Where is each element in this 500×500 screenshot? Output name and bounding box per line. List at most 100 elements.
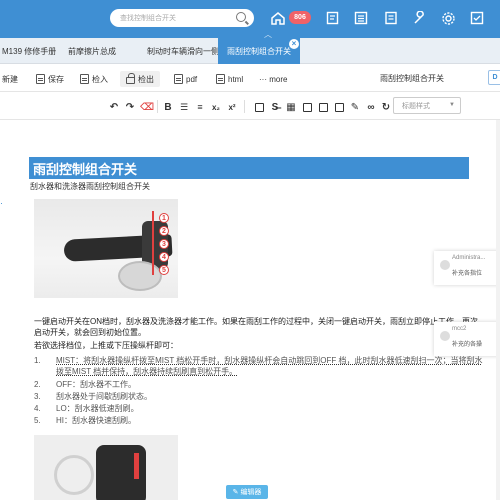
save-label: 保存: [48, 74, 64, 84]
list-text: MIST：将刮水器操纵杆拨至MIST 档松开手时，刮水器操纵杆会自动跳回到OFF…: [56, 356, 483, 365]
attachment-icon[interactable]: [333, 101, 345, 113]
edit-icon: ✎: [232, 489, 239, 496]
save-button[interactable]: 保存: [36, 71, 64, 87]
close-tab-icon[interactable]: ×: [289, 39, 299, 49]
paste-icon[interactable]: [253, 101, 265, 113]
list-text: OFF：刮水器不工作。: [56, 380, 136, 389]
list-text: 刮水器处于间歇刮刷状态。: [56, 392, 152, 401]
more-button[interactable]: ··· more: [259, 71, 287, 87]
superscript-icon[interactable]: x²: [226, 101, 238, 113]
pdf-icon: [174, 74, 183, 84]
eraser-icon[interactable]: ⌫: [140, 101, 154, 113]
paragraph-line: 启动开关，就会回到初始位置。: [34, 328, 146, 337]
scrollbar[interactable]: [496, 120, 500, 500]
home-icon[interactable]: [270, 10, 286, 26]
left-marker-icon: ·: [0, 198, 3, 208]
list-item: 2. OFF：刮水器不工作。: [34, 379, 136, 390]
divider: [157, 100, 158, 113]
chevron-down-icon: ▼: [449, 102, 455, 108]
comment-author: Administra...: [452, 255, 486, 261]
tab-manual[interactable]: M139 修修手册: [0, 38, 60, 64]
bold-icon[interactable]: B: [162, 101, 174, 113]
comment-author: mcc2: [452, 326, 467, 332]
ordered-list-icon[interactable]: ☰: [178, 101, 190, 113]
subscript-icon[interactable]: x₂: [210, 101, 222, 113]
right-panel-button[interactable]: D: [488, 70, 500, 85]
pin-icon[interactable]: ✎: [349, 101, 361, 113]
table-icon[interactable]: ▦: [285, 101, 297, 113]
checkin-label: 检入: [92, 74, 108, 84]
avatar: [440, 260, 450, 270]
strikethrough-icon[interactable]: S̶: [269, 101, 281, 113]
tab-wiper-switch[interactable]: 雨刮控制组合开关 ×: [218, 38, 300, 64]
position-marker-5: 5: [159, 265, 169, 275]
paragraph-line: 一键启动开关在ON档时，刮水器及洗涤器才能工作。如果在雨刮工作的过程中，关闭一键…: [34, 317, 478, 326]
divider: [244, 100, 245, 113]
editor-button[interactable]: ✎ 编辑器: [226, 485, 268, 499]
tab-bar: M139 修修手册 前摩擦片总成 制动时车辆滑向一侧 雨刮控制组合开关 ×: [0, 38, 500, 64]
list-index: 1.: [34, 356, 41, 365]
checklist-icon[interactable]: [469, 10, 485, 26]
undo-icon[interactable]: ↶: [108, 101, 120, 113]
position-marker-2: 2: [159, 226, 169, 236]
html-icon: [216, 74, 225, 84]
section-heading: 雨刮控制组合开关: [29, 157, 469, 179]
search-input[interactable]: 查找控制组合开关: [110, 9, 254, 27]
heading-style-select[interactable]: 标题样式 ▼: [393, 97, 461, 114]
list-text: 拨至MIST 档并保持，刮水器持续刮刷直到松开手。: [56, 367, 238, 376]
dial-shape: [54, 455, 94, 495]
save-icon: [36, 74, 45, 84]
checkin-icon: [80, 74, 89, 84]
avatar: [440, 331, 450, 341]
sync-icon[interactable]: ↻: [380, 101, 392, 113]
list-item: 3. 刮水器处于间歇刮刷状态。: [34, 391, 152, 402]
list-index: 3.: [34, 392, 41, 401]
search-placeholder: 查找控制组合开关: [120, 15, 176, 22]
comment-card[interactable]: Administra... 补充各指位: [434, 251, 500, 285]
notification-badge[interactable]: 806: [289, 11, 311, 24]
section-subtitle: 刮水器和洗涤器雨刮控制组合开关: [30, 182, 150, 191]
paragraph: 若欲选择档位，上推或下压操纵杆即可：: [34, 341, 178, 350]
list-text: HI：刮水器快速刮刷。: [56, 416, 136, 425]
lock-icon: [126, 73, 135, 84]
wiper-dial-figure: [34, 435, 178, 500]
editor-button-label: 编辑器: [240, 489, 262, 496]
list-index: 2.: [34, 380, 41, 389]
tab-label: 雨刮控制组合开关: [227, 46, 291, 56]
list-index: 4.: [34, 404, 41, 413]
style-select-value: 标题样式: [402, 102, 430, 110]
top-header: 查找控制组合开关 806 ︿: [0, 0, 500, 39]
document-icon[interactable]: [383, 10, 399, 26]
list-icon[interactable]: [353, 10, 369, 26]
checkout-button[interactable]: 检出: [120, 71, 160, 87]
position-arrow: [152, 211, 154, 275]
list-item-continued: 拨至MIST 档并保持，刮水器持续刮刷直到松开手。: [56, 366, 237, 377]
document-title: 雨刮控制组合开关: [380, 74, 444, 83]
new-button[interactable]: 新建: [2, 71, 18, 87]
pdf-label: pdf: [186, 74, 198, 84]
tab-brake-pad[interactable]: 前摩擦片总成: [68, 38, 138, 64]
position-arrow: [134, 453, 139, 479]
edit-doc-icon[interactable]: [325, 10, 341, 26]
search-icon[interactable]: [236, 12, 246, 22]
image-icon[interactable]: [301, 101, 313, 113]
wrench-icon[interactable]: [412, 10, 428, 26]
comment-card[interactable]: mcc2 补充的各操: [434, 322, 500, 356]
html-button[interactable]: html: [216, 71, 243, 87]
pdf-button[interactable]: pdf: [174, 71, 197, 87]
tab-brake-pull[interactable]: 制动时车辆滑向一侧: [147, 38, 219, 64]
position-marker-3: 3: [159, 239, 169, 249]
list-item: 4. LO：刮水器低速刮刷。: [34, 403, 139, 414]
list-text: LO：刮水器低速刮刷。: [56, 404, 139, 413]
tab-label: 前摩擦片总成: [68, 46, 116, 56]
redo-icon[interactable]: ↷: [124, 101, 136, 113]
html-label: html: [228, 74, 244, 84]
checkin-button[interactable]: 检入: [80, 71, 108, 87]
settings-icon[interactable]: [440, 10, 456, 26]
media-icon[interactable]: [317, 101, 329, 113]
wiper-stalk-figure: 1 2 3 4 5: [34, 199, 178, 298]
link-icon[interactable]: ∞: [365, 101, 377, 113]
dial-shape: [118, 261, 162, 291]
unordered-list-icon[interactable]: ≡: [194, 101, 206, 113]
checkout-label: 检出: [138, 74, 154, 84]
